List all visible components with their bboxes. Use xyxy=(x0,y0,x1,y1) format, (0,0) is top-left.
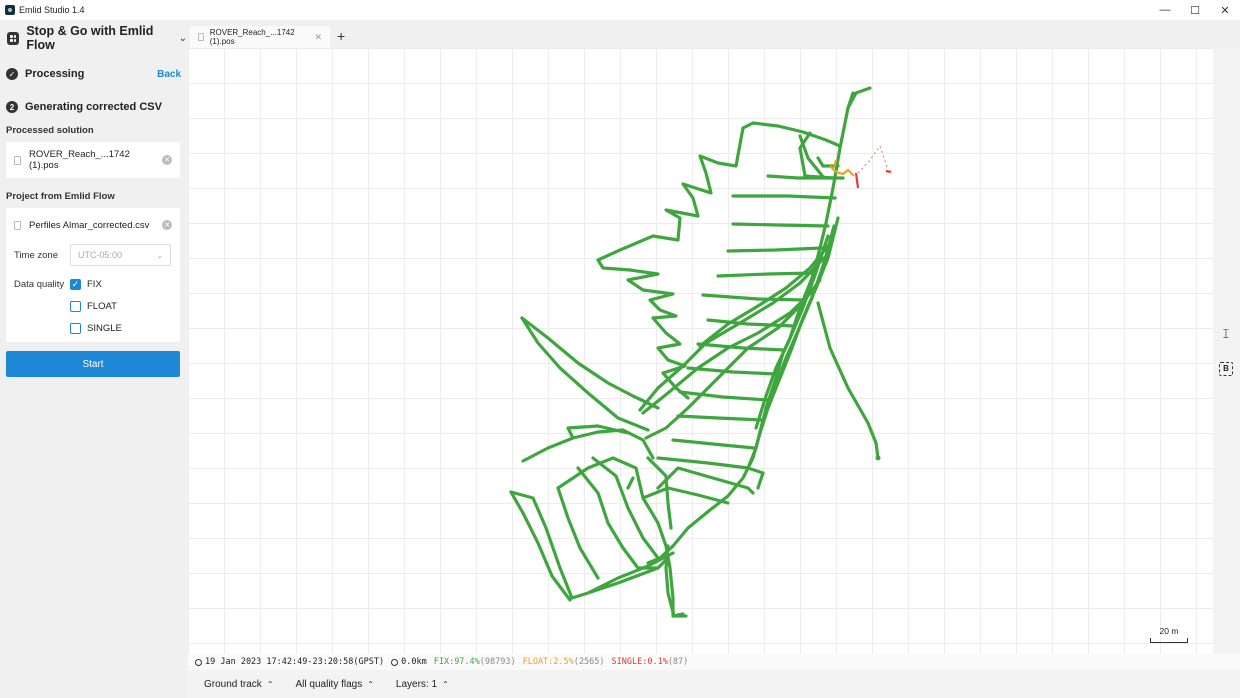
minimize-button[interactable]: — xyxy=(1150,0,1180,20)
step-generating-csv: 2 Generating corrected CSV xyxy=(6,101,181,113)
timezone-label: Time zone xyxy=(14,249,58,261)
project-file-name: Perfiles Almar_corrected.csv xyxy=(29,219,150,231)
distance-icon xyxy=(391,658,399,666)
back-link[interactable]: Back xyxy=(157,69,181,80)
maximize-button[interactable]: ☐ xyxy=(1180,0,1210,20)
tab-bar: ROVER_Reach_...1742 (1).pos ✕ + xyxy=(187,20,1240,48)
project-label: Project from Emlid Flow xyxy=(6,191,115,202)
layers-menu[interactable]: Layers: 1 ⌃ xyxy=(396,679,449,690)
track-end-point xyxy=(875,455,881,461)
timezone-value: UTC-05:00 xyxy=(78,250,123,260)
start-button[interactable]: Start xyxy=(6,351,180,377)
check-circle-icon: ✓ xyxy=(6,68,18,80)
processed-solution-card: ROVER_Reach_...1742 (1).pos ✕ xyxy=(6,142,180,178)
float-percent: FLOAT:2.5% xyxy=(522,657,574,667)
status-distance: 0.0km xyxy=(401,657,427,667)
fix-checkbox[interactable]: ✓ xyxy=(70,278,81,290)
map-scale-bar: 20 m xyxy=(1150,626,1188,643)
right-toolbar: 𝙸 B xyxy=(1213,48,1240,654)
ground-track-label: Ground track xyxy=(204,678,262,690)
chevron-up-icon: ⌃ xyxy=(266,679,274,689)
status-date: 19 Jan 2023 17:42:49-23:20:58(GPST) xyxy=(205,657,385,667)
project-file-row[interactable]: Perfiles Almar_corrected.csv ✕ xyxy=(6,208,180,242)
chevron-down-icon: ⌄ xyxy=(178,32,187,44)
tab-rover-pos[interactable]: ROVER_Reach_...1742 (1).pos ✕ xyxy=(190,26,330,48)
quality-label: Data quality xyxy=(14,278,65,290)
scale-label: 20 m xyxy=(1159,626,1179,636)
quality-row-single: SINGLE xyxy=(6,316,180,340)
tab-label: ROVER_Reach_...1742 (1).pos xyxy=(209,28,295,46)
timezone-select[interactable]: UTC-05:00 ⌄ xyxy=(70,244,171,266)
clock-icon xyxy=(195,658,202,666)
float-checkbox[interactable] xyxy=(70,300,81,312)
processed-file-row[interactable]: ROVER_Reach_...1742 (1).pos ✕ xyxy=(6,142,180,178)
text-cursor-icon[interactable]: 𝙸 xyxy=(1219,327,1233,341)
quality-row-float: FLOAT xyxy=(6,296,180,316)
step-label: Processing xyxy=(25,68,85,80)
close-icon[interactable]: ✕ xyxy=(314,32,322,43)
window-title: Emlid Studio 1.4 xyxy=(19,5,85,15)
scale-bar-line xyxy=(1150,638,1188,643)
basemap-toggle-icon[interactable]: B xyxy=(1219,362,1233,376)
file-icon xyxy=(14,220,21,230)
status-line: 19 Jan 2023 17:42:49-23:20:58(GPST) 0.0k… xyxy=(188,654,1240,670)
chevron-down-icon: ⌄ xyxy=(156,250,163,260)
fix-label: FIX xyxy=(87,278,102,290)
quality-row-fix: Data quality ✓ FIX xyxy=(6,272,180,296)
app-logo-icon xyxy=(5,5,15,15)
single-percent: SINGLE:0.1% xyxy=(611,657,668,667)
float-label: FLOAT xyxy=(87,300,117,312)
flow-title: Stop & Go with Emlid Flow xyxy=(26,24,154,52)
processed-solution-label: Processed solution xyxy=(6,125,94,136)
step-processing: ✓ Processing Back xyxy=(6,68,181,80)
fix-count: (98793) xyxy=(479,657,516,667)
layers-label: Layers: 1 xyxy=(395,678,438,690)
grid-icon xyxy=(7,31,20,45)
bottom-bar: Ground track ⌃ All quality flags ⌃ Layers:… xyxy=(188,670,1240,698)
ground-track xyxy=(509,86,892,618)
fix-percent: FIX:97.4% xyxy=(433,657,480,667)
float-count: (2565) xyxy=(573,657,605,667)
clear-icon[interactable]: ✕ xyxy=(162,220,172,230)
single-checkbox[interactable] xyxy=(70,322,81,334)
timezone-row: Time zone UTC-05:00 ⌄ xyxy=(6,242,180,268)
chevron-up-icon: ⌃ xyxy=(442,679,449,689)
step-label: Generating corrected CSV xyxy=(25,101,162,113)
processed-file-name: ROVER_Reach_...1742 (1).pos xyxy=(29,149,130,171)
window-controls: — ☐ ✕ xyxy=(1150,0,1240,20)
map-canvas[interactable] xyxy=(188,48,1213,654)
fix-track xyxy=(509,86,880,618)
close-window-button[interactable]: ✕ xyxy=(1210,0,1240,20)
file-icon xyxy=(198,33,204,41)
ground-track-menu[interactable]: Ground track ⌃ xyxy=(204,679,274,690)
chevron-up-icon: ⌃ xyxy=(367,679,374,689)
clear-icon[interactable]: ✕ xyxy=(162,155,172,165)
quality-flags-label: All quality flags xyxy=(295,678,363,690)
quality-flags-menu[interactable]: All quality flags ⌃ xyxy=(296,679,374,690)
sidebar: Stop & Go with Emlid Flow ⌄ ✓ Processing… xyxy=(0,20,187,698)
flow-selector[interactable]: Stop & Go with Emlid Flow ⌄ xyxy=(0,20,187,56)
step-number-badge: 2 xyxy=(6,101,18,113)
file-icon xyxy=(14,155,21,165)
project-card: Perfiles Almar_corrected.csv ✕ Time zone… xyxy=(6,208,180,342)
single-label: SINGLE xyxy=(87,322,122,334)
single-count: (87) xyxy=(667,657,689,667)
window-titlebar: Emlid Studio 1.4 — ☐ ✕ xyxy=(0,0,1240,20)
add-tab-button[interactable]: + xyxy=(337,28,345,44)
